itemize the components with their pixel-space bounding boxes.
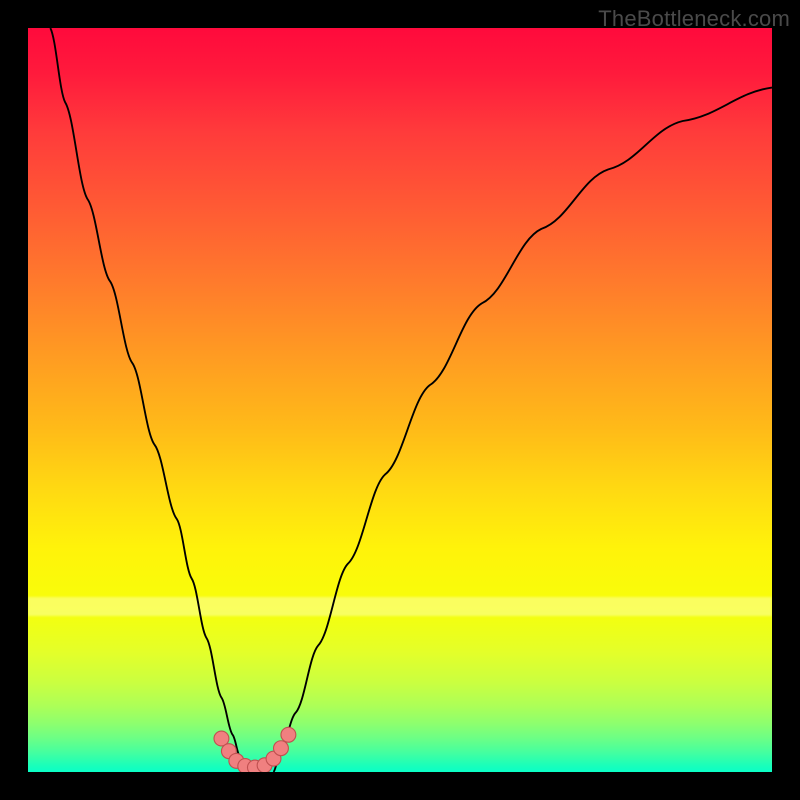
curve-right — [274, 88, 772, 772]
chart-frame: TheBottleneck.com — [0, 0, 800, 800]
marker-group — [214, 727, 296, 772]
plot-area — [28, 28, 772, 772]
curve-left — [50, 28, 243, 772]
curve-layer — [28, 28, 772, 772]
data-marker — [274, 741, 289, 756]
data-marker — [281, 727, 296, 742]
